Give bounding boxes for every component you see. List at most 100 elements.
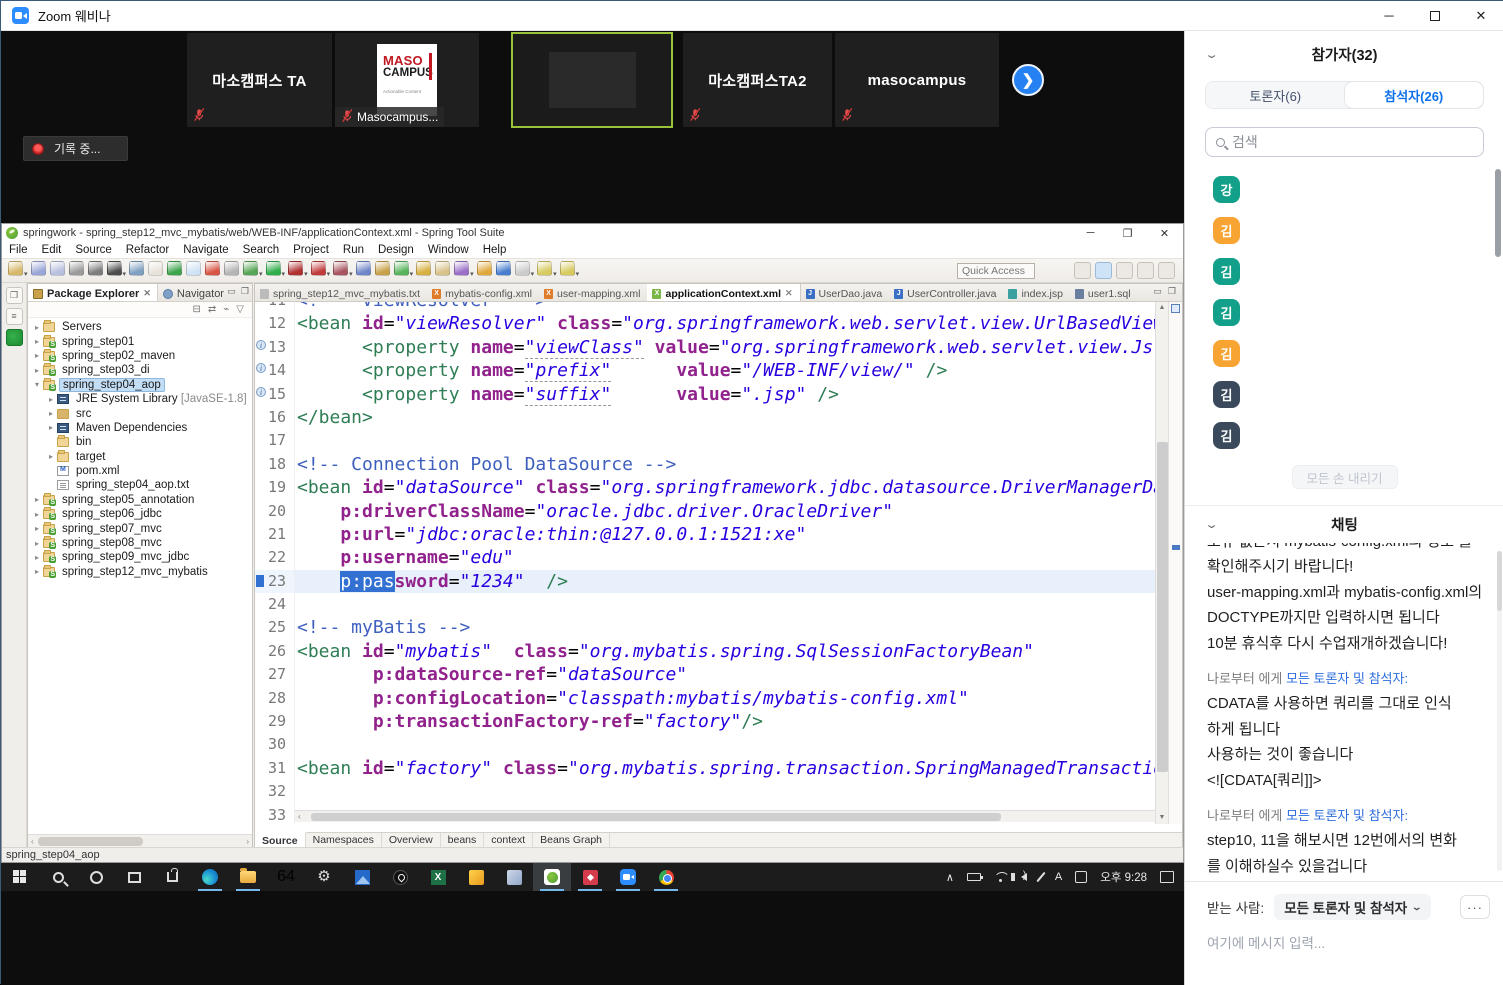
chat-collapse-icon[interactable]: ⌄ <box>1204 518 1219 531</box>
open-folder-icon[interactable] <box>476 260 492 276</box>
participant-row[interactable]: 김 <box>1185 374 1503 415</box>
layout-icon[interactable] <box>186 260 202 276</box>
notes-icon[interactable] <box>495 863 533 891</box>
print-icon[interactable] <box>68 260 84 276</box>
code-line-24[interactable]: 24 <box>255 593 1182 617</box>
search-icon[interactable] <box>39 863 77 891</box>
excel-icon[interactable]: X <box>419 863 457 891</box>
editor-hscrollbar[interactable]: ‹ <box>295 810 1155 822</box>
import-icon[interactable] <box>435 260 451 276</box>
tree-collapsed-icon[interactable]: ▸ <box>46 452 56 461</box>
window-maximize-button[interactable] <box>1412 1 1458 30</box>
window-close-button[interactable]: ✕ <box>1458 1 1503 30</box>
minimize-editor-icon[interactable]: ▭ <box>1153 286 1162 301</box>
menu-run[interactable]: Run <box>336 244 371 256</box>
code-line-23[interactable]: 23 p:password="1234" /> <box>255 569 1182 594</box>
chat-recipients-link[interactable]: 모든 토론자 및 참석자: <box>1286 671 1408 686</box>
profile-icon-menu[interactable]: ▾ <box>349 271 353 278</box>
code-line-18[interactable]: 18 <!-- Connection Pool DataSource --> <box>255 452 1182 477</box>
app-64-icon[interactable]: 64 <box>267 863 305 891</box>
volume-icon[interactable] <box>1010 870 1027 881</box>
run-icon-menu[interactable]: ▾ <box>282 271 286 278</box>
participant-row[interactable]: 김 <box>1185 251 1503 292</box>
recipient-dropdown[interactable]: 모든 토론자 및 참석자 ⌄ <box>1274 894 1431 920</box>
tree-item-bin[interactable]: bin <box>28 435 252 449</box>
video-tile-active[interactable] <box>511 32 673 128</box>
edge-icon[interactable] <box>191 863 229 891</box>
code-line-17[interactable]: 17 <box>255 429 1182 453</box>
close-tab-icon[interactable]: ✕ <box>785 288 793 299</box>
menu-project[interactable]: Project <box>286 244 336 256</box>
chat-scrollbar[interactable] <box>1497 551 1502 871</box>
tree-collapsed-icon[interactable]: ▸ <box>32 567 42 576</box>
tree-item-spring-step06-jdbc[interactable]: ▸ spring_step06_jdbc <box>28 507 252 521</box>
video-tile-masocampus[interactable]: masocampus <box>834 32 1000 128</box>
code-line-11[interactable]: 11<!-- ViewResolver --> <box>255 302 1182 313</box>
maximize-view-icon[interactable]: ❐ <box>241 286 249 297</box>
tree-item-spring-step02-maven[interactable]: ▸ spring_step02_maven <box>28 348 252 363</box>
zoom-app-icon[interactable] <box>609 863 647 891</box>
maximize-editor-icon[interactable]: ❐ <box>1168 286 1176 301</box>
menu-file[interactable]: File <box>2 244 35 256</box>
open-resource-icon[interactable] <box>416 260 432 276</box>
editor-vscrollbar[interactable]: ▲ ▼ <box>1155 302 1168 824</box>
back-icon[interactable] <box>537 260 553 276</box>
code-line-27[interactable]: 27 p:dataSource-ref="dataSource" <box>255 663 1182 687</box>
focus-icon[interactable]: ⌁ <box>223 304 229 315</box>
chrome-icon[interactable] <box>647 863 685 891</box>
debug-perspective-icon[interactable] <box>1116 262 1133 279</box>
tree-collapsed-icon[interactable]: ▸ <box>46 409 56 418</box>
menu-help[interactable]: Help <box>476 244 514 256</box>
ide-close-button[interactable]: ✕ <box>1146 227 1183 240</box>
tree-item-spring-step04-aop-txt[interactable]: spring_step04_aop.txt <box>28 478 252 492</box>
new-java-project-icon[interactable] <box>355 260 371 276</box>
recording-indicator[interactable]: 기록 중... <box>23 136 128 161</box>
participant-row[interactable]: 김 <box>1185 292 1503 333</box>
restore-view-icon[interactable]: ❐ <box>5 287 23 304</box>
code-line-21[interactable]: 21 p:url="jdbc:oracle:thin:@127.0.0.1:15… <box>255 522 1182 547</box>
code-line-31[interactable]: 31 <bean id="factory" class="org.mybatis.… <box>255 756 1182 781</box>
bottom-tab-beans-graph[interactable]: Beans Graph <box>533 833 610 847</box>
collapse-all-icon[interactable]: ⊟ <box>192 304 200 315</box>
stop-icon-menu[interactable]: ▾ <box>327 271 331 278</box>
tree-collapsed-icon[interactable]: ▸ <box>32 337 42 346</box>
participant-row[interactable]: 김 <box>1185 210 1503 251</box>
lower-all-hands-button[interactable]: 모든 손 내리기 <box>1291 465 1398 489</box>
coverage-icon[interactable] <box>288 260 304 276</box>
editor-tab-mybatis-config-xml[interactable]: Xmybatis-config.xml <box>427 284 539 301</box>
code-line-16[interactable]: 16 </bean> <box>255 405 1182 430</box>
tree-collapsed-icon[interactable]: ▸ <box>32 510 42 519</box>
participant-search-input[interactable]: 검색 <box>1205 127 1484 157</box>
code-line-29[interactable]: 29 p:transactionFactory-ref="factory"/> <box>255 710 1182 734</box>
participants-scrollbar[interactable] <box>1495 169 1501 451</box>
spring-perspective-icon[interactable] <box>1137 262 1154 279</box>
tree-collapsed-icon[interactable]: ▸ <box>32 323 42 332</box>
tree-collapsed-icon[interactable]: ▸ <box>46 395 56 404</box>
overview-ruler[interactable] <box>1168 302 1182 824</box>
bottom-tab-source[interactable]: Source <box>255 832 306 847</box>
minimize-view-icon[interactable]: ▭ <box>227 286 236 297</box>
tree-collapsed-icon[interactable]: ▸ <box>46 423 56 432</box>
bottom-tab-context[interactable]: context <box>484 833 534 847</box>
tree-collapsed-icon[interactable]: ▸ <box>32 524 42 533</box>
code-line-32[interactable]: 32 <box>255 780 1182 804</box>
code-line-20[interactable]: 20 p:driverClassName="oracle.jdbc.driver… <box>255 499 1182 523</box>
tree-item-servers[interactable]: ▸ Servers <box>28 320 252 334</box>
server-status-icon[interactable] <box>5 329 23 346</box>
editor-tab-usercontroller-java[interactable]: J UserController.java <box>889 284 1003 301</box>
participant-row[interactable]: 김 <box>1185 415 1503 456</box>
tree-collapsed-icon[interactable]: ▸ <box>32 539 42 548</box>
package-explorer-hscrollbar[interactable]: ‹ › <box>28 834 252 847</box>
task-view-icon[interactable] <box>115 863 153 891</box>
tree-expanded-icon[interactable]: ▾ <box>32 380 42 389</box>
code-line-22[interactable]: 22 p:username="edu" <box>255 546 1182 570</box>
tray-chevron-icon[interactable]: ∧ <box>946 871 954 884</box>
participant-row[interactable]: 강 <box>1185 169 1503 210</box>
participants-tab-panelists[interactable]: 토론자(6) <box>1206 82 1345 108</box>
editor-tab-index-jsp[interactable]: index.jsp <box>1003 284 1069 301</box>
tree-item-spring-step08-mvc[interactable]: ▸ spring_step08_mvc <box>28 536 252 550</box>
run-icon[interactable] <box>265 260 281 276</box>
cortana-icon[interactable] <box>77 863 115 891</box>
profile-icon[interactable] <box>333 260 349 276</box>
clock[interactable]: 오후 9:28 <box>1100 869 1147 885</box>
